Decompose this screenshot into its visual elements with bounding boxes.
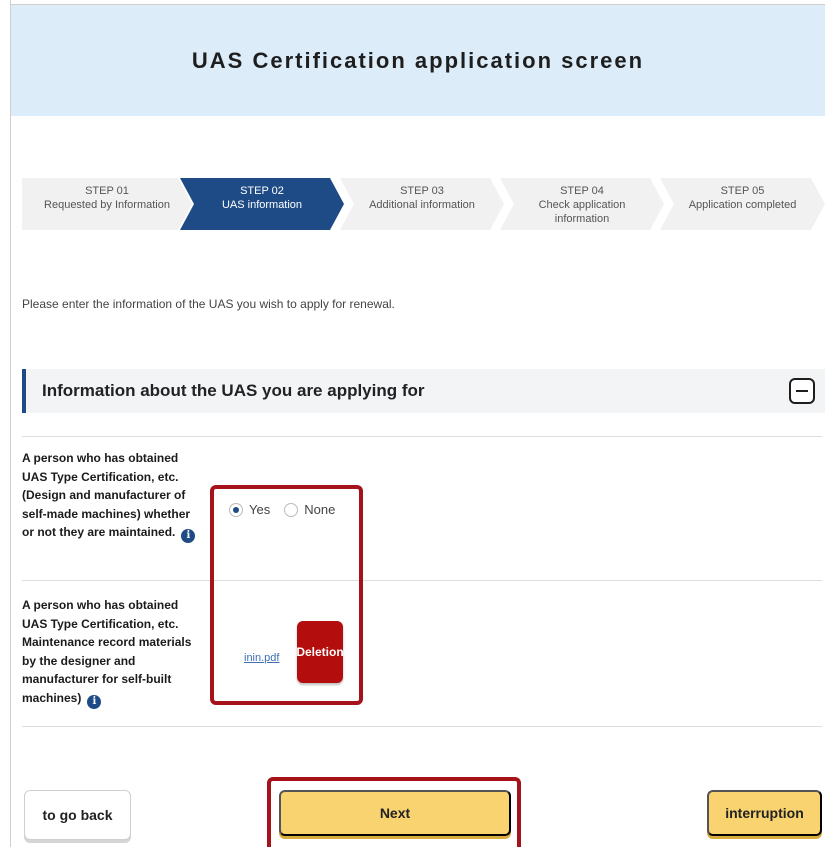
step-label: Check application information xyxy=(538,199,626,225)
maintenance-radio-group: Yes None xyxy=(229,502,335,517)
radio-yes[interactable]: Yes xyxy=(229,502,270,517)
maintenance-question-label: A person who has obtained UAS Type Certi… xyxy=(22,449,197,543)
step-number: STEP 05 xyxy=(720,185,765,197)
row-divider xyxy=(22,580,822,581)
row-divider xyxy=(22,436,822,437)
row-label-text: A person who has obtained UAS Type Certi… xyxy=(22,451,191,539)
step-01: STEP 01 Requested by Information xyxy=(22,178,192,230)
maintenance-record-label: A person who has obtained UAS Type Certi… xyxy=(22,596,197,709)
info-icon[interactable]: i xyxy=(181,529,196,543)
window-left-border xyxy=(0,0,11,847)
minus-box-icon[interactable] xyxy=(789,378,815,404)
section-title: Information about the UAS you are applyi… xyxy=(42,381,425,400)
delete-file-button[interactable]: Deletion xyxy=(296,621,344,683)
step-number: STEP 02 xyxy=(240,185,284,197)
page-header: UAS Certification application screen xyxy=(11,5,825,116)
radio-none-label: None xyxy=(304,502,336,517)
radio-none[interactable]: None xyxy=(284,502,335,517)
step-label: UAS information xyxy=(221,199,303,211)
page-title: UAS Certification application screen xyxy=(191,47,645,73)
step-02: STEP 02 UAS information xyxy=(180,178,344,230)
info-icon[interactable]: i xyxy=(87,694,102,709)
step-number: STEP 01 xyxy=(85,185,129,197)
interruption-button[interactable]: interruption xyxy=(707,790,822,836)
go-back-button[interactable]: to go back xyxy=(24,790,131,840)
step-03: STEP 03 Additional information xyxy=(340,178,504,230)
radio-checked-icon[interactable] xyxy=(229,502,243,517)
step-05: STEP 05 Application completed xyxy=(660,178,825,230)
step-label: Additional information xyxy=(369,199,475,211)
step-number: STEP 04 xyxy=(560,185,604,197)
radio-yes-label: Yes xyxy=(249,502,271,517)
row-label-text: A person who has obtained UAS Type Certi… xyxy=(22,598,192,705)
next-button[interactable]: Next xyxy=(279,790,511,836)
step-label: Application completed xyxy=(688,199,797,211)
row-divider xyxy=(22,726,822,727)
uploaded-file-link[interactable]: inin.pdf xyxy=(244,652,279,664)
radio-unchecked-icon[interactable] xyxy=(284,502,299,517)
step-04: STEP 04 Check application information xyxy=(500,178,664,230)
intro-text: Please enter the information of the UAS … xyxy=(22,297,395,311)
section-header: Information about the UAS you are applyi… xyxy=(22,369,825,413)
step-label: Requested by Information xyxy=(44,199,170,211)
step-number: STEP 03 xyxy=(400,185,444,197)
progress-steps: STEP 01 Requested by Information STEP 02… xyxy=(22,178,825,230)
